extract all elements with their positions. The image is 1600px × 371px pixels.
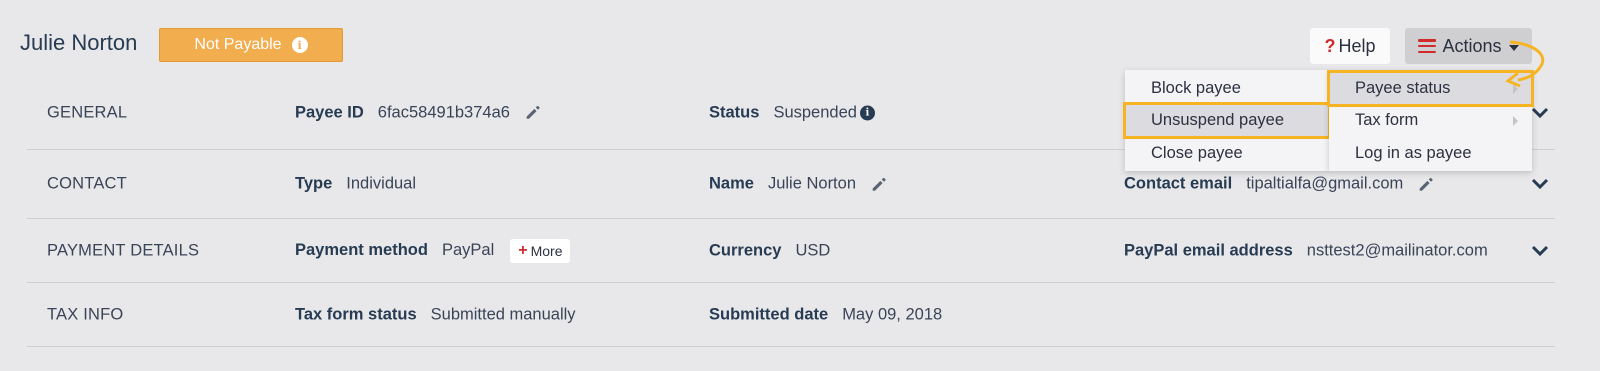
field-value: 6fac58491b374a6 bbox=[377, 103, 510, 121]
field-payment-method: Payment method PayPal + More bbox=[295, 238, 571, 263]
help-label: Help bbox=[1338, 35, 1376, 56]
section-title: PAYMENT DETAILS bbox=[47, 241, 200, 259]
section-title: GENERAL bbox=[47, 103, 128, 121]
section-payment-details: PAYMENT DETAILS Payment method PayPal + … bbox=[27, 219, 1555, 283]
edit-icon[interactable] bbox=[1417, 175, 1435, 193]
field-label: Payee ID bbox=[295, 103, 364, 121]
field-paypal-email: PayPal email address nsttest2@mailinator… bbox=[1124, 241, 1488, 260]
field-value: Suspended bbox=[773, 103, 857, 121]
edit-icon[interactable] bbox=[524, 104, 542, 122]
menu-item-unsuspend-payee[interactable]: Unsuspend payee bbox=[1123, 102, 1331, 139]
menu-icon bbox=[1418, 39, 1437, 53]
caret-right-icon bbox=[1513, 115, 1518, 126]
field-value: PayPal bbox=[441, 241, 495, 259]
field-label: Submitted date bbox=[709, 305, 829, 323]
field-tax-form-status: Tax form status Submitted manually bbox=[295, 305, 576, 324]
menu-item-log-in-as-payee[interactable]: Log in as payee bbox=[1329, 137, 1532, 170]
payee-name: Julie Norton bbox=[20, 30, 138, 55]
question-icon: ? bbox=[1324, 35, 1336, 56]
field-label: Type bbox=[295, 174, 333, 193]
section-title: CONTACT bbox=[47, 174, 127, 193]
field-value: tipaltialfa@gmail.com bbox=[1246, 174, 1404, 193]
section-tax-info: TAX INFO Tax form status Submitted manua… bbox=[27, 283, 1555, 347]
info-icon[interactable]: i bbox=[291, 37, 308, 53]
help-button[interactable]: ? Help bbox=[1310, 28, 1390, 64]
plus-icon: + bbox=[518, 241, 528, 259]
menu-item-label: Payee status bbox=[1355, 79, 1451, 97]
status-badge[interactable]: Not Payable i bbox=[159, 28, 343, 62]
info-icon[interactable]: i bbox=[859, 105, 875, 120]
field-name: Name Julie Norton bbox=[709, 175, 888, 194]
field-value: Individual bbox=[346, 174, 417, 193]
field-status: Status Suspended i bbox=[709, 103, 875, 122]
field-type: Type Individual bbox=[295, 175, 416, 194]
menu-item-close-payee[interactable]: Close payee bbox=[1125, 137, 1329, 170]
field-payee-id: Payee ID 6fac58491b374a6 bbox=[295, 103, 542, 122]
status-badge-label: Not Payable bbox=[194, 36, 282, 53]
chevron-down-icon[interactable] bbox=[1531, 178, 1549, 190]
field-label: Tax form status bbox=[295, 305, 417, 323]
field-value: Submitted manually bbox=[430, 305, 576, 323]
edit-icon[interactable] bbox=[870, 175, 888, 193]
field-currency: Currency USD bbox=[709, 241, 830, 260]
field-value: Julie Norton bbox=[767, 174, 856, 193]
field-label: PayPal email address bbox=[1124, 241, 1293, 259]
menu-item-tax-form[interactable]: Tax form bbox=[1329, 104, 1532, 137]
field-label: Contact email bbox=[1124, 174, 1233, 193]
field-label: Currency bbox=[709, 241, 782, 259]
chevron-down-icon[interactable] bbox=[1531, 107, 1549, 119]
more-label: More bbox=[530, 242, 563, 259]
menu-item-block-payee[interactable]: Block payee bbox=[1125, 72, 1329, 105]
chevron-down-icon[interactable] bbox=[1531, 245, 1549, 257]
more-button[interactable]: + More bbox=[510, 238, 571, 263]
field-label: Name bbox=[709, 174, 754, 193]
field-submitted-date: Submitted date May 09, 2018 bbox=[709, 305, 942, 324]
annotation-arrow-icon bbox=[1505, 40, 1545, 88]
payee-status-submenu: Block payee Unsuspend payee Close payee bbox=[1123, 70, 1331, 171]
field-value: USD bbox=[795, 241, 831, 259]
section-title: TAX INFO bbox=[47, 305, 124, 323]
field-contact-email: Contact email tipaltialfa@gmail.com bbox=[1124, 175, 1435, 194]
actions-label: Actions bbox=[1442, 35, 1502, 56]
field-value: May 09, 2018 bbox=[842, 305, 943, 323]
field-label: Payment method bbox=[295, 241, 428, 259]
field-label: Status bbox=[709, 103, 760, 121]
field-value: nsttest2@mailinator.com bbox=[1306, 241, 1488, 259]
menu-item-label: Tax form bbox=[1355, 111, 1419, 129]
